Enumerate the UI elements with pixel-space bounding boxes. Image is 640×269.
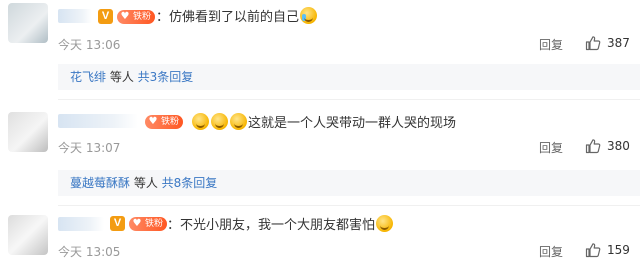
username-redacted[interactable] [58,9,92,23]
thumbs-up-icon[interactable] [585,242,601,258]
reply-button[interactable]: 回复 [539,243,563,260]
laughing-emoji-icon [230,113,247,130]
like-count: 387 [607,36,630,50]
like-count: 380 [607,139,630,153]
laughing-emoji-icon [211,113,228,130]
subreply-middle: 等人 [106,70,138,84]
comment-3: V ♥ 铁粉 ：不光小朋友，我一个大朋友都害怕 今天 13:05 回复 159 [0,210,640,269]
subreply-summary[interactable]: 蔓越莓酥酥 等人 共8条回复 [58,170,640,196]
thumbs-up-icon[interactable] [585,138,601,154]
comment-text-body: ：不光小朋友，我一个大朋友都害怕 [167,218,376,233]
verified-badge: V [110,216,125,231]
fan-badge-label: 铁粉 [145,219,164,229]
avatar[interactable] [8,215,48,255]
subreply-text: 花飞绯 等人 共3条回复 [70,68,193,85]
subreply-summary[interactable]: 花飞绯 等人 共3条回复 [58,64,640,90]
divider [58,205,640,206]
comment-text: 这就是一个人哭带动一群人哭的现场 [191,113,456,133]
heart-icon: ♥ [132,218,142,229]
comment-1: V ♥ 铁粉 ：仿佛看到了以前的自己 今天 13:06 回复 387 [0,0,640,60]
timestamp: 今天 13:05 [58,245,121,259]
like-count: 159 [607,243,630,257]
fearful-emoji-icon [376,215,394,232]
thumbs-up-icon[interactable] [585,35,601,51]
reply-button[interactable]: 回复 [539,139,563,156]
comment-text: ：仿佛看到了以前的自己 [156,7,318,27]
fan-badge: ♥ 铁粉 [117,10,156,24]
subreply-user-link[interactable]: 花飞绯 [70,70,106,84]
divider [58,99,640,100]
fan-badge: ♥ 铁粉 [129,217,168,231]
comment-text-body: 这就是一个人哭带动一群人哭的现场 [248,116,457,131]
comment-text-body: ：仿佛看到了以前的自己 [156,10,300,25]
heart-icon: ♥ [148,116,158,127]
fan-badge-label: 铁粉 [133,12,152,22]
fan-badge: ♥ 铁粉 [145,115,184,129]
avatar[interactable] [8,112,48,152]
subreply-user-link[interactable]: 蔓越莓酥酥 [70,176,130,190]
laughing-emoji-icon [192,113,209,130]
username-redacted[interactable] [58,217,104,231]
subreply-text: 蔓越莓酥酥 等人 共8条回复 [70,174,217,191]
fan-badge-label: 铁粉 [161,117,180,127]
verified-badge: V [98,9,113,24]
comment-text: ：不光小朋友，我一个大朋友都害怕 [167,215,394,235]
crying-laughing-emoji-icon [300,7,318,24]
timestamp: 今天 13:06 [58,38,121,52]
avatar[interactable] [8,3,48,43]
timestamp: 今天 13:07 [58,141,121,155]
username-redacted[interactable] [58,114,138,128]
reply-button[interactable]: 回复 [539,36,563,53]
subreply-count-link[interactable]: 共8条回复 [162,176,218,190]
subreply-count-link[interactable]: 共3条回复 [138,70,194,84]
comment-2: ♥ 铁粉 这就是一个人哭带动一群人哭的现场 今天 13:07 回复 380 [0,104,640,164]
subreply-middle: 等人 [130,176,162,190]
heart-icon: ♥ [120,11,130,22]
